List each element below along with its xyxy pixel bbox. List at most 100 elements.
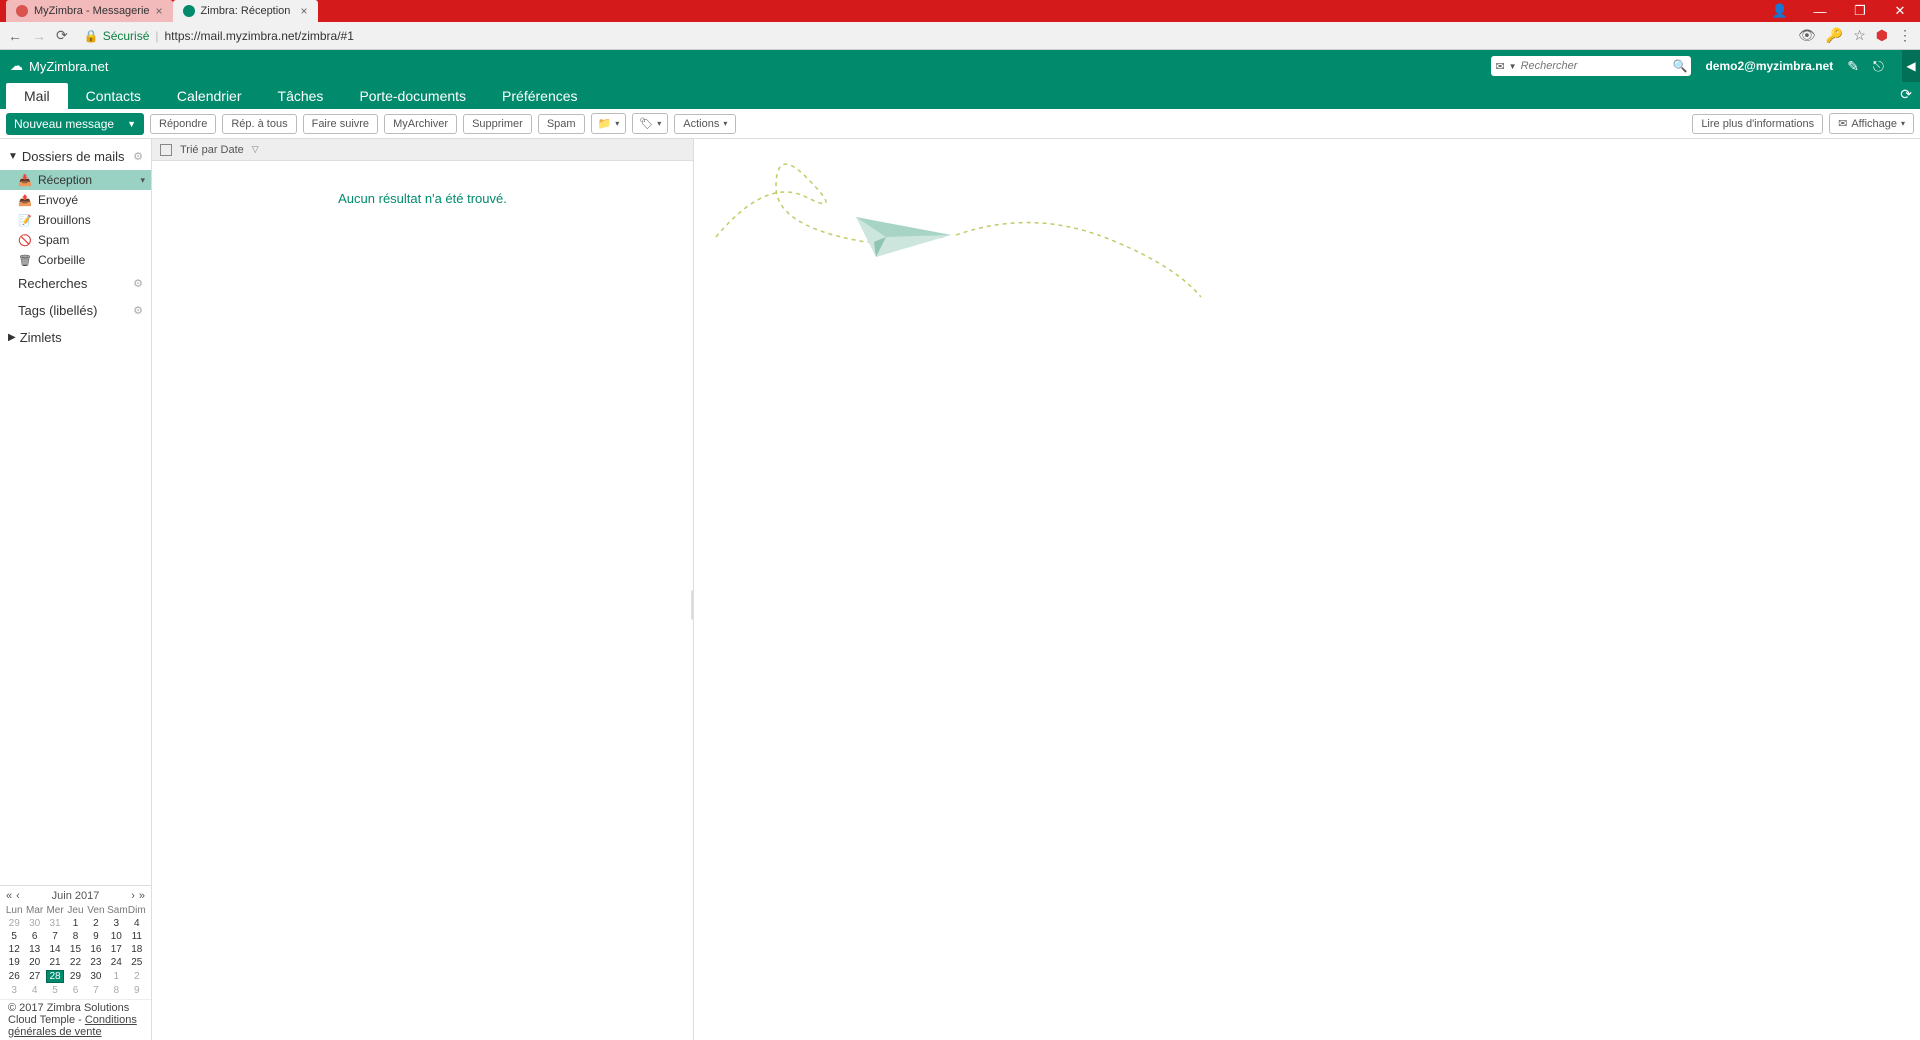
reply-button[interactable]: Répondre [150, 114, 216, 134]
reload-button[interactable]: ⟳ [56, 27, 68, 44]
tab-contacts[interactable]: Contacts [68, 83, 159, 109]
cal-day[interactable]: 27 [24, 969, 44, 984]
folder-inbox[interactable]: 📥 Réception ▾ [0, 170, 151, 190]
cal-day[interactable]: 19 [4, 956, 24, 969]
tags-header[interactable]: Tags (libellés) ⚙ [0, 297, 151, 324]
cal-day[interactable]: 5 [45, 984, 65, 997]
spam-button[interactable]: Spam [538, 114, 585, 134]
close-window-button[interactable]: ✕ [1880, 0, 1920, 22]
cal-day[interactable]: 29 [65, 969, 85, 984]
folder-spam[interactable]: 🚫 Spam [0, 230, 151, 250]
gear-icon[interactable]: ⚙ [133, 277, 143, 290]
forward-button[interactable]: → [32, 28, 46, 44]
search-box[interactable]: ✉ ▼ 🔍 [1491, 56, 1691, 76]
cal-day[interactable]: 15 [65, 943, 85, 956]
cal-day[interactable]: 3 [106, 917, 126, 930]
star-icon[interactable]: ☆ [1853, 27, 1866, 44]
new-message-button[interactable]: Nouveau message ▼ [6, 113, 144, 135]
folder-sent[interactable]: 📤 Envoyé [0, 190, 151, 210]
cal-day[interactable]: 2 [127, 969, 147, 984]
cal-day[interactable]: 8 [106, 984, 126, 997]
cal-day[interactable]: 29 [4, 917, 24, 930]
cal-day[interactable]: 8 [65, 930, 85, 943]
cal-day[interactable]: 16 [86, 943, 106, 956]
gear-icon[interactable]: ⚙ [133, 150, 143, 163]
refresh-icon[interactable]: ⟳ [1900, 86, 1912, 103]
cal-day[interactable]: 20 [24, 956, 44, 969]
cal-day[interactable]: 21 [45, 956, 65, 969]
logout-icon[interactable]: ⎋ [1873, 58, 1884, 75]
cal-day[interactable]: 30 [24, 917, 44, 930]
folders-header[interactable]: ▼ Dossiers de mails ⚙ [0, 143, 151, 170]
tab-preferences[interactable]: Préférences [484, 83, 595, 109]
close-icon[interactable]: × [156, 4, 163, 18]
eye-icon[interactable]: 👁 [1798, 27, 1816, 44]
sort-arrow-icon[interactable]: ▽ [252, 144, 259, 155]
read-more-button[interactable]: Lire plus d'informations [1692, 114, 1823, 134]
cal-day[interactable]: 14 [45, 943, 65, 956]
chevron-down-icon[interactable]: ▾ [140, 175, 145, 186]
search-icon[interactable]: 🔍 [1673, 59, 1688, 73]
cal-day[interactable]: 5 [4, 930, 24, 943]
reply-all-button[interactable]: Rép. à tous [222, 114, 296, 134]
cal-day[interactable]: 30 [86, 969, 106, 984]
cal-day[interactable]: 1 [65, 917, 85, 930]
cal-prev-month[interactable]: ‹ [16, 890, 20, 902]
cal-day[interactable]: 22 [65, 956, 85, 969]
abp-icon[interactable]: ⬢ [1876, 27, 1888, 44]
address-bar[interactable]: 🔒 Sécurisé | https://mail.myzimbra.net/z… [78, 29, 1788, 43]
menu-icon[interactable]: ⋮ [1898, 27, 1912, 44]
forward-button[interactable]: Faire suivre [303, 114, 378, 134]
user-email[interactable]: demo2@myzimbra.net [1705, 59, 1833, 73]
cal-day[interactable]: 18 [127, 943, 147, 956]
browser-tab-2[interactable]: Zimbra: Réception × [173, 0, 318, 22]
cal-title[interactable]: Juin 2017 [52, 890, 100, 902]
cal-day[interactable]: 6 [24, 930, 44, 943]
sort-label[interactable]: Trié par Date [180, 144, 244, 156]
close-icon[interactable]: × [301, 4, 308, 18]
tab-mail[interactable]: Mail [6, 83, 68, 109]
cal-day[interactable]: 17 [106, 943, 126, 956]
maximize-button[interactable]: ❐ [1840, 0, 1880, 22]
delete-button[interactable]: Supprimer [463, 114, 532, 134]
cal-day[interactable]: 31 [45, 917, 65, 930]
searches-header[interactable]: Recherches ⚙ [0, 270, 151, 297]
browser-tab-1[interactable]: MyZimbra - Messagerie × [6, 0, 173, 22]
chevron-down-icon[interactable]: ▼ [1509, 62, 1517, 71]
pencil-icon[interactable]: ✎ [1847, 58, 1859, 75]
tab-briefcase[interactable]: Porte-documents [341, 83, 484, 109]
move-folder-button[interactable]: 📁▾ [591, 113, 627, 134]
cal-day[interactable]: 25 [127, 956, 147, 969]
gear-icon[interactable]: ⚙ [133, 304, 143, 317]
logo[interactable]: ☁ MyZimbra.net [10, 58, 108, 74]
view-menu-button[interactable]: ✉ Affichage ▾ [1829, 113, 1914, 134]
cal-day[interactable]: 23 [86, 956, 106, 969]
cal-day[interactable]: 24 [106, 956, 126, 969]
cal-day[interactable]: 28 [45, 969, 65, 984]
cal-prev-year[interactable]: « [6, 890, 12, 902]
cal-day[interactable]: 7 [86, 984, 106, 997]
minimize-button[interactable]: — [1800, 0, 1840, 22]
back-button[interactable]: ← [8, 28, 22, 44]
cal-next-month[interactable]: › [131, 890, 135, 902]
cal-day[interactable]: 2 [86, 917, 106, 930]
cal-next-year[interactable]: » [139, 890, 145, 902]
cal-day[interactable]: 6 [65, 984, 85, 997]
cal-day[interactable]: 13 [24, 943, 44, 956]
search-input[interactable] [1521, 60, 1669, 72]
cal-day[interactable]: 12 [4, 943, 24, 956]
cal-day[interactable]: 26 [4, 969, 24, 984]
cal-day[interactable]: 7 [45, 930, 65, 943]
tab-calendar[interactable]: Calendrier [159, 83, 260, 109]
collapse-panel-button[interactable]: ◀ [1902, 50, 1920, 82]
cal-day[interactable]: 3 [4, 984, 24, 997]
archive-button[interactable]: MyArchiver [384, 114, 457, 134]
actions-menu-button[interactable]: Actions ▾ [674, 114, 736, 134]
key-icon[interactable]: 🔑 [1826, 27, 1843, 44]
cal-day[interactable]: 9 [127, 984, 147, 997]
select-all-checkbox[interactable] [160, 144, 172, 156]
cal-day[interactable]: 11 [127, 930, 147, 943]
tag-button[interactable]: 🏷▾ [632, 113, 668, 134]
tab-tasks[interactable]: Tâches [260, 83, 342, 109]
zimlets-header[interactable]: ▶ Zimlets [0, 324, 151, 351]
